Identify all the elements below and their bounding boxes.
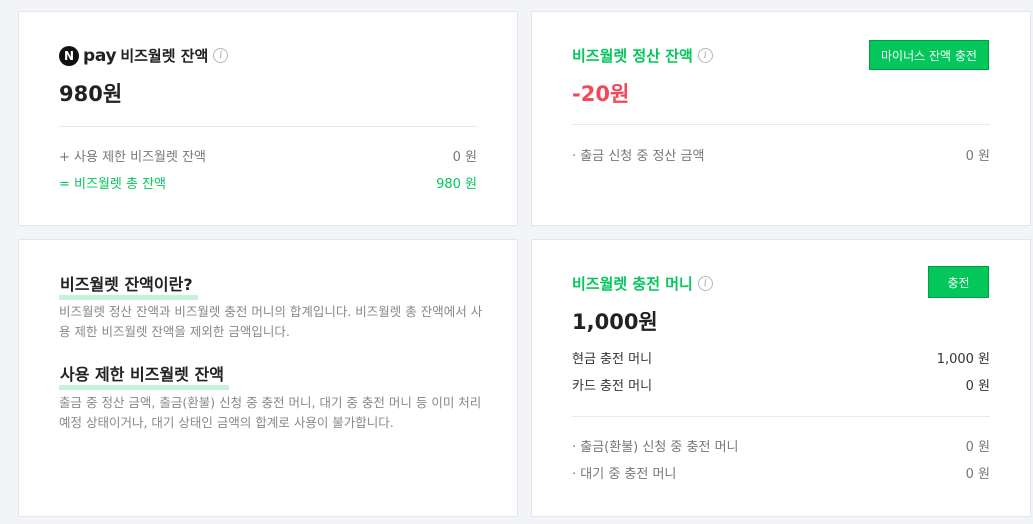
row-value: 980 원 [436, 177, 477, 192]
row-label: · 출금(환불) 신청 중 충전 머니 [572, 440, 739, 455]
divider [572, 124, 990, 125]
row-value: 0 원 [965, 149, 990, 164]
row-label: 현금 충전 머니 [572, 352, 653, 367]
settlement-balance-card: 비즈월렛 정산 잔액 i 마이너스 잔액 충전 -20원 · 출금 신청 중 정… [531, 11, 1031, 226]
minus-balance-charge-button[interactable]: 마이너스 잔액 충전 [869, 40, 989, 70]
charge-button[interactable]: 충전 [928, 266, 989, 298]
wallet-balance-card: N pay 비즈월렛 잔액 i 980원 + 사용 제한 비즈월렛 잔액 0 원… [18, 11, 518, 226]
charge-money-title-row: 비즈월렛 충전 머니 i [572, 273, 713, 294]
row-label: · 출금 신청 중 정산 금액 [572, 149, 705, 164]
help-title-text: 비즈월렛 잔액이란? [60, 275, 193, 294]
help-text-restricted-balance: 출금 중 정산 금액, 출금(환불) 신청 중 충전 머니, 대기 중 충전 머… [59, 395, 482, 430]
info-icon[interactable]: i [697, 48, 713, 63]
waiting-charge-row: · 대기 중 충전 머니 0 원 [572, 463, 990, 482]
settlement-title: 비즈월렛 정산 잔액 [572, 47, 693, 65]
card-charge-row: 카드 충전 머니 0 원 [572, 375, 990, 394]
row-value: 0 원 [965, 467, 990, 482]
help-text-wallet-balance: 비즈월렛 정산 잔액과 비즈월렛 충전 머니의 합계입니다. 비즈월렛 총 잔액… [59, 304, 483, 339]
wallet-balance-amount: 980원 [59, 82, 123, 106]
row-label: + 사용 제한 비즈월렛 잔액 [59, 150, 207, 165]
row-value: 0 원 [452, 150, 477, 165]
help-card: 비즈월렛 잔액이란? 비즈월렛 정산 잔액과 비즈월렛 충전 머니의 합계입니다… [18, 239, 518, 517]
help-title-restricted-balance: 사용 제한 비즈월렛 잔액 [59, 361, 229, 390]
row-value: 1,000 원 [936, 352, 990, 367]
cash-charge-row: 현금 충전 머니 1,000 원 [572, 348, 990, 367]
refund-pending-row: · 출금(환불) 신청 중 충전 머니 0 원 [572, 436, 990, 455]
withdrawal-pending-row: · 출금 신청 중 정산 금액 0 원 [572, 145, 990, 164]
charge-money-title: 비즈월렛 충전 머니 [572, 275, 693, 293]
divider [572, 416, 990, 417]
naver-n-logo-icon: N [59, 45, 79, 66]
charge-money-card: 비즈월렛 충전 머니 i 충전 1,000원 현금 충전 머니 1,000 원 … [531, 239, 1031, 517]
info-icon[interactable]: i [213, 48, 229, 63]
help-title-wallet-balance: 비즈월렛 잔액이란? [59, 271, 198, 300]
row-label: = 비즈월렛 총 잔액 [59, 177, 167, 192]
pay-logo: pay [83, 45, 117, 66]
settlement-amount: -20원 [572, 82, 630, 106]
row-value: 0 원 [965, 379, 990, 394]
divider [59, 126, 477, 127]
row-value: 0 원 [965, 440, 990, 455]
wallet-balance-title-row: N pay 비즈월렛 잔액 i [59, 45, 229, 66]
settlement-title-row: 비즈월렛 정산 잔액 i [572, 45, 713, 66]
row-label: 카드 충전 머니 [572, 379, 653, 394]
info-icon[interactable]: i [697, 276, 713, 291]
restricted-balance-row: + 사용 제한 비즈월렛 잔액 0 원 [59, 146, 477, 165]
row-label: · 대기 중 충전 머니 [572, 467, 677, 482]
total-balance-row: = 비즈월렛 총 잔액 980 원 [59, 173, 477, 192]
wallet-balance-title: 비즈월렛 잔액 [120, 47, 209, 65]
help-title-text: 사용 제한 비즈월렛 잔액 [60, 365, 224, 384]
charge-money-amount: 1,000원 [572, 310, 658, 334]
